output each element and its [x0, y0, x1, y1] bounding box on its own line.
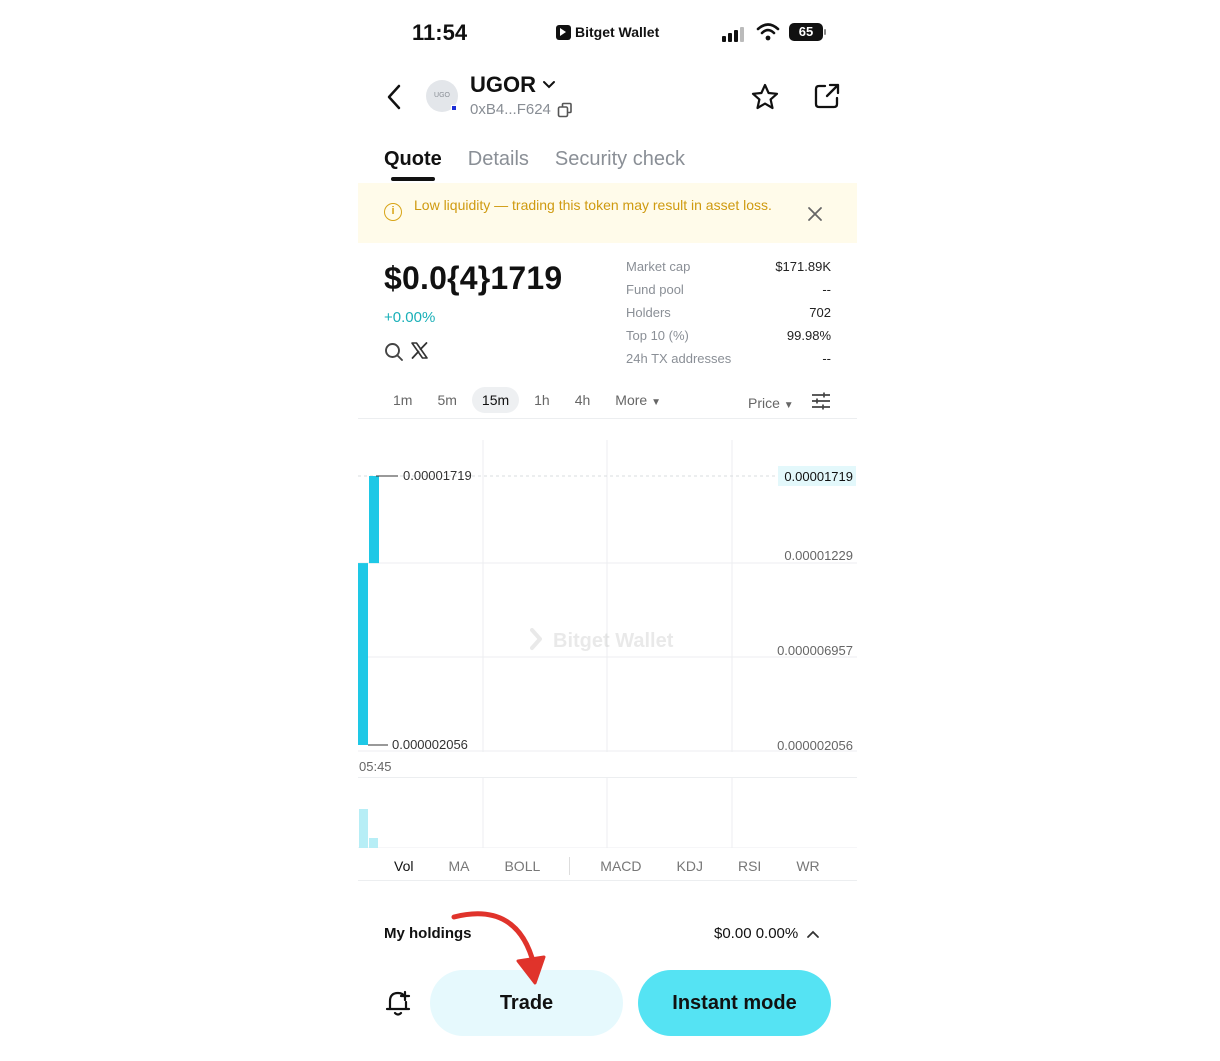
- time-axis-label: 05:45: [359, 759, 392, 774]
- indicator-rsi[interactable]: RSI: [738, 858, 761, 874]
- timeframe-15m[interactable]: 15m: [471, 387, 520, 413]
- stat-value: 702: [809, 305, 831, 320]
- status-time: 11:54: [412, 20, 468, 45]
- price-change: +0.00%: [384, 309, 436, 326]
- watermark: Bitget Wallet: [530, 628, 674, 652]
- indicator-vol[interactable]: Vol: [394, 858, 413, 874]
- tab-details[interactable]: Details: [468, 148, 529, 171]
- divider: [358, 880, 857, 881]
- token-selector[interactable]: UGOR: [470, 72, 556, 98]
- stat-row: 24h TX addresses --: [626, 349, 831, 372]
- indicator-macd[interactable]: MACD: [600, 858, 641, 874]
- copy-icon[interactable]: [557, 102, 573, 118]
- token-symbol: UGOR: [470, 72, 536, 97]
- indicator-wr[interactable]: WR: [796, 858, 819, 874]
- instant-mode-button[interactable]: Instant mode: [638, 970, 831, 1036]
- token-price: $0.0{4}1719: [384, 260, 563, 296]
- chevron-down-icon: [543, 81, 555, 89]
- phone-screen: 11:54 Bitget Wallet 65 UGO UGOR 0xB4...F…: [358, 0, 857, 1061]
- back-arrow-icon[interactable]: [386, 84, 402, 110]
- token-stats: Market cap $171.89K Fund pool -- Holders…: [626, 257, 831, 372]
- info-icon: i: [384, 203, 402, 221]
- token-avatar: UGO: [426, 80, 458, 112]
- x-twitter-icon[interactable]: [410, 341, 429, 360]
- chart-grid: [358, 440, 857, 752]
- volume-bar: [369, 838, 378, 848]
- timeframe-more[interactable]: More ▼: [605, 387, 671, 413]
- timeframe-5m[interactable]: 5m: [427, 387, 466, 413]
- y-axis-label: 0.00001229: [784, 548, 853, 563]
- watermark-logo-icon: [530, 628, 542, 650]
- stat-label: Top 10 (%): [626, 328, 689, 343]
- share-icon[interactable]: [813, 82, 841, 110]
- bitget-logo-icon: [556, 24, 571, 40]
- divider: [358, 418, 857, 419]
- token-avatar-text: UGO: [434, 92, 450, 99]
- chevron-up-icon: [807, 930, 820, 938]
- stat-value: 99.98%: [786, 328, 831, 343]
- watermark-text: Bitget Wallet: [553, 630, 674, 652]
- volume-chart: [358, 778, 857, 848]
- price-mode-label: Price: [748, 395, 780, 411]
- timeframe-selector: 1m 5m 15m 1h 4h More ▼: [383, 387, 676, 413]
- token-address-row: 0xB4...F624: [470, 101, 573, 118]
- timeframe-1m[interactable]: 1m: [383, 387, 422, 413]
- candle-bar: [358, 563, 368, 745]
- indicator-separator: [569, 857, 571, 875]
- timeframe-4h[interactable]: 4h: [565, 387, 601, 413]
- tab-quote[interactable]: Quote: [384, 148, 442, 181]
- price-chart[interactable]: 0.00001719 0.000002056 0.00001719 0.0000…: [358, 440, 857, 752]
- stat-value: --: [822, 282, 831, 297]
- tab-security-check[interactable]: Security check: [555, 148, 685, 171]
- chart-settings-icon[interactable]: [811, 391, 831, 411]
- status-carrier: Bitget Wallet: [556, 24, 659, 40]
- more-label: More: [615, 392, 648, 408]
- token-address: 0xB4...F624: [470, 101, 551, 118]
- stat-value: $171.89K: [775, 259, 831, 274]
- carrier-label: Bitget Wallet: [575, 24, 660, 40]
- close-icon[interactable]: [807, 206, 823, 222]
- y-axis-label: 0.00001719: [784, 469, 853, 484]
- indicator-ma[interactable]: MA: [448, 858, 469, 874]
- stat-row: Top 10 (%) 99.98%: [626, 326, 831, 349]
- signal-icon: [722, 26, 744, 42]
- price-alert-bell-icon[interactable]: [384, 988, 414, 1018]
- wifi-icon: [756, 23, 780, 41]
- annotation-arrow-icon: [451, 911, 546, 985]
- holdings-value: $0.00 0.00%: [714, 925, 799, 942]
- high-price-label: 0.00001719: [403, 468, 472, 483]
- price-mode-dropdown[interactable]: Price ▼: [748, 395, 794, 411]
- stat-row: Market cap $171.89K: [626, 257, 831, 280]
- battery-indicator: 65: [789, 23, 826, 41]
- candles: [358, 476, 379, 745]
- indicator-boll[interactable]: BOLL: [504, 858, 540, 874]
- indicator-kdj[interactable]: KDJ: [677, 858, 703, 874]
- timeframe-1h[interactable]: 1h: [524, 387, 560, 413]
- y-axis-label: 0.000002056: [777, 738, 853, 752]
- stat-label: 24h TX addresses: [626, 351, 732, 366]
- holdings-summary[interactable]: $0.00 0.00%: [714, 925, 820, 942]
- chain-badge-icon: [451, 105, 457, 111]
- stat-row: Fund pool --: [626, 280, 831, 303]
- quote-tabs: Quote Details Security check: [384, 148, 685, 181]
- stat-row: Holders 702: [626, 303, 831, 326]
- stat-label: Fund pool: [626, 282, 684, 297]
- search-icon[interactable]: [384, 342, 404, 362]
- volume-bar: [359, 809, 368, 848]
- y-axis-label: 0.000006957: [777, 643, 853, 658]
- warning-text: Low liquidity — trading this token may r…: [414, 197, 772, 213]
- liquidity-warning-banner: i Low liquidity — trading this token may…: [358, 183, 857, 243]
- candle-bar: [369, 476, 379, 564]
- indicator-tabs: Vol MA BOLL MACD KDJ RSI WR: [394, 857, 855, 875]
- favorite-star-icon[interactable]: [750, 82, 780, 112]
- stat-label: Holders: [626, 305, 671, 320]
- low-price-label: 0.000002056: [392, 737, 468, 752]
- stat-label: Market cap: [626, 259, 691, 274]
- caret-down-icon: ▼: [783, 400, 794, 411]
- caret-down-icon: ▼: [651, 397, 661, 408]
- stat-value: --: [822, 351, 831, 366]
